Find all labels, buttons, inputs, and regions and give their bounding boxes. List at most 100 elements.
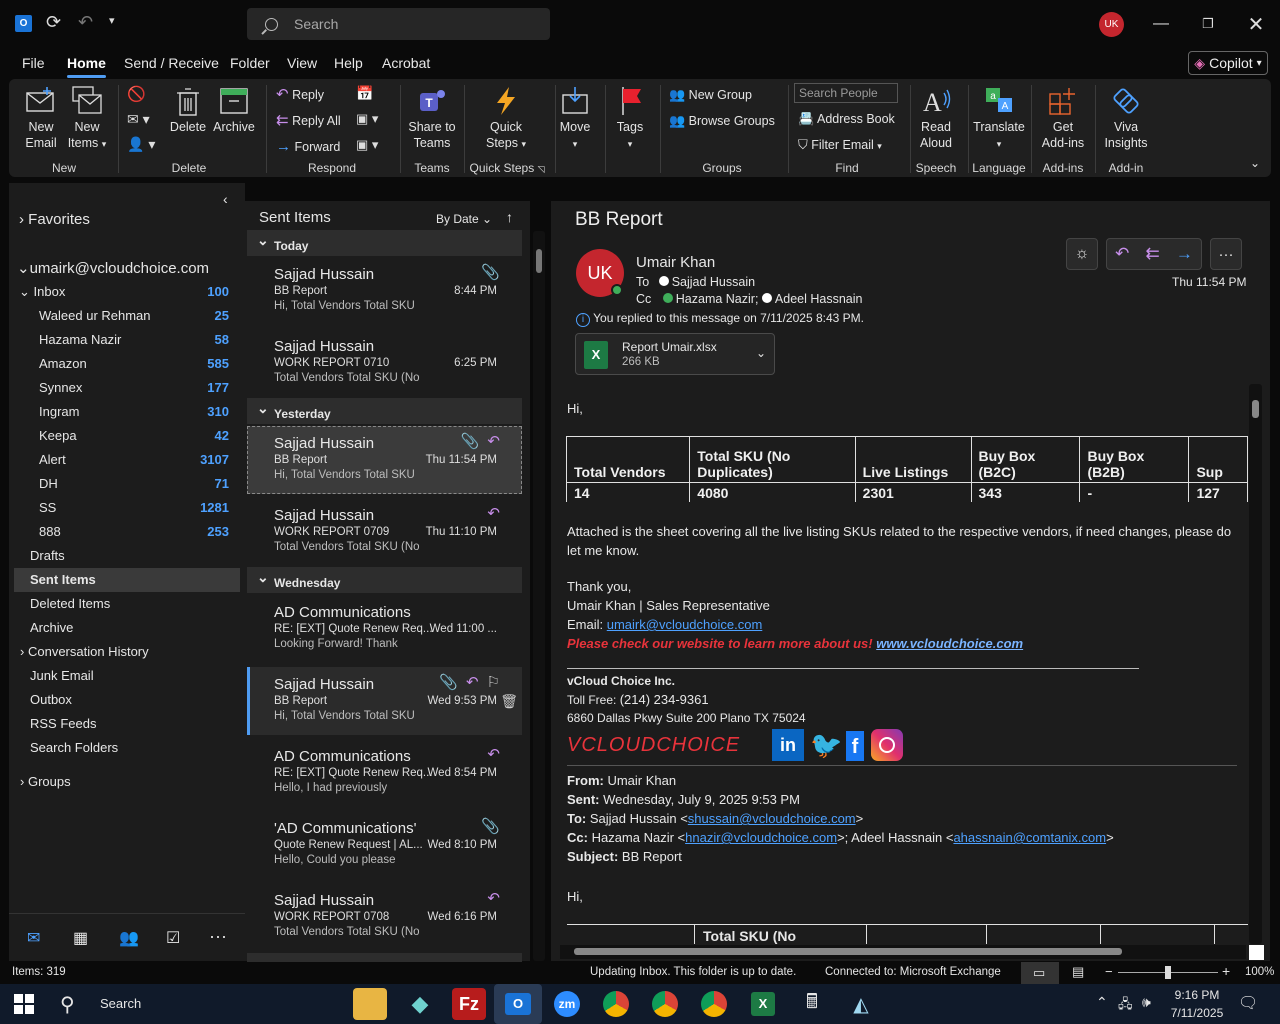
delete-button[interactable]: Delete [169,85,207,135]
ribbon-expand-icon[interactable]: ⌄ [1250,155,1260,171]
tab-acrobat[interactable]: Acrobat [382,55,430,71]
folder-drafts[interactable]: Drafts [30,548,65,563]
list-item[interactable]: AD Communications RE: [EXT] Quote Renew R… [247,739,522,807]
search-input[interactable]: Search [247,8,550,40]
tab-send-receive[interactable]: Send / Receive [124,55,219,71]
new-items-button[interactable]: New Items ▾ [67,85,107,152]
sidebar-item-subfolder[interactable]: DH 71 [39,476,229,496]
folder-deleted-items[interactable]: Deleted Items [30,596,110,611]
email-link[interactable]: umairk@vcloudchoice.com [607,617,763,632]
sidebar-item-subfolder[interactable]: SS 1281 [39,500,229,520]
light-mode-icon[interactable]: ☼ [1066,238,1098,270]
linkedin-icon[interactable]: in [772,729,804,761]
folder-conversation-history[interactable]: › Conversation History [20,644,149,659]
sidebar-item-subfolder[interactable]: Hazama Nazir 58 [39,332,229,352]
forward-icon[interactable]: → [1176,244,1193,264]
list-group-header[interactable]: Wednesday [247,567,522,593]
groups-toggle[interactable]: › Groups [20,774,71,789]
junk-button[interactable]: 👤 ▾ [127,136,155,153]
list-group-header[interactable]: Tuesday [247,953,522,976]
reply-button[interactable]: ↶ Reply [276,87,324,103]
facebook-icon[interactable]: f [846,731,864,761]
reply-all-button[interactable]: ⇇ Reply All [276,113,341,129]
share-to-teams-button[interactable]: T Share to Teams [407,85,457,151]
dialog-launcher-icon[interactable]: ◹ [538,164,545,174]
list-group-header[interactable]: Today [247,230,522,256]
mail-icon[interactable]: ✉ [27,928,40,948]
taskbar-search-label[interactable]: Search [100,996,141,1011]
list-item[interactable]: Sajjad Hussain BB Report Hi, Total Vendors… [247,257,522,325]
filezilla-icon[interactable]: Fz [452,988,486,1020]
list-group-header[interactable]: Yesterday [247,398,522,424]
normal-view-button[interactable]: ▭ [1021,962,1059,984]
cc-recipient-1[interactable]: Hazama Nazir; [676,292,759,306]
sidebar-item-subfolder[interactable]: Waleed ur Rehman 25 [39,308,229,328]
copilot-button[interactable]: ◈ Copilot ▾ [1188,51,1268,75]
sidebar-item-subfolder[interactable]: Keepa 42 [39,428,229,448]
taskbar-search-icon[interactable]: ⚲ [60,992,75,1017]
list-item[interactable]: Sajjad Hussain WORK REPORT 0708 Total Vend… [247,883,522,951]
read-aloud-button[interactable]: A Read Aloud [916,85,956,151]
more-respond-button[interactable]: ▣ ▾ [356,137,378,153]
list-item[interactable]: Sajjad Hussain WORK REPORT 0709 Total Vend… [247,498,522,566]
meeting-reply-button[interactable]: 📅 [356,85,373,102]
fwd-to-email[interactable]: shussain@vcloudchoice.com [688,811,856,826]
clock-time[interactable]: 9:16 PM [1171,988,1223,1002]
cc-recipient-2[interactable]: Adeel Hassnain [775,292,863,306]
filter-email-button[interactable]: ⛉ Filter Email ▾ [798,137,882,154]
website-link[interactable]: www.vcloudchoice.com [876,636,1023,651]
excel-icon[interactable]: X [746,988,780,1020]
list-scrollbar[interactable] [533,231,545,961]
collapse-pane-icon[interactable]: ‹ [223,191,228,207]
get-addins-button[interactable]: Get Add-ins [1039,85,1087,151]
tab-file[interactable]: File [22,55,45,71]
tab-view[interactable]: View [287,55,317,71]
instagram-icon[interactable] [871,729,903,761]
translate-button[interactable]: aA Translate ▾ [973,85,1025,152]
avatar[interactable]: UK [1099,12,1124,37]
tab-home[interactable]: Home [67,55,106,78]
folder-search-folders[interactable]: Search Folders [30,740,118,755]
folder-archive[interactable]: Archive [30,620,73,635]
cleanup-button[interactable]: ✉ ▾ [127,111,150,128]
viva-insights-button[interactable]: Viva Insights [1102,85,1150,151]
sidebar-item-subfolder[interactable]: Alert 3107 [39,452,229,472]
notification-icon[interactable]: 🗨 [1238,993,1258,1013]
attachment-card[interactable]: X Report Umair.xlsx 266 KB ⌄ [575,333,775,375]
scrollbar-thumb[interactable] [574,948,1122,955]
more-actions-icon[interactable]: ··· [1210,238,1242,270]
list-item[interactable]: Sajjad Hussain WORK REPORT 0710 Total Vend… [247,329,522,397]
app-icon[interactable]: ◆ [403,988,437,1020]
fwd-cc-email2[interactable]: ahassnain@comtanix.com [953,830,1106,845]
zoom-in-icon[interactable]: + [1222,963,1230,979]
list-item[interactable]: AD Communications RE: [EXT] Quote Renew R… [247,595,522,663]
clock-date[interactable]: 7/11/2025 [1166,1006,1228,1020]
tasks-icon[interactable]: ☑ [166,928,180,948]
ignore-button[interactable]: 🚫 [127,87,146,103]
favorites-toggle[interactable]: › Favorites [19,211,90,228]
move-button[interactable]: Move ▾ [558,85,592,152]
app-icon[interactable]: ◭ [844,988,878,1020]
scrollbar-thumb[interactable] [1252,400,1259,418]
windows-start-icon[interactable] [14,994,34,1014]
reply-icon[interactable]: ↶ [1115,244,1129,264]
zoom-slider-thumb[interactable] [1165,966,1171,979]
address-book-button[interactable]: 📇 Address Book [798,111,895,127]
list-item[interactable]: Sajjad Hussain BB Report Hi, Total Vendors… [247,426,522,494]
reply-all-icon[interactable]: ⇇ [1145,244,1159,264]
chevron-down-icon[interactable]: ⌄ [756,346,766,360]
tab-help[interactable]: Help [334,55,363,71]
more-apps-icon[interactable]: ··· [209,926,227,947]
horizontal-scrollbar[interactable] [560,945,1246,959]
customize-qat-icon[interactable]: ▾ [109,14,115,27]
sidebar-item-subfolder[interactable]: Amazon 585 [39,356,229,376]
tab-folder[interactable]: Folder [230,55,270,71]
close-icon[interactable]: ✕ [1241,10,1271,38]
calculator-icon[interactable]: 🖩 [795,988,829,1020]
zoom-app-icon[interactable]: zm [550,988,584,1020]
chrome-icon[interactable] [599,988,633,1020]
im-button[interactable]: ▣ ▾ [356,111,378,127]
tray-chevron-up-icon[interactable]: ⌃ [1096,994,1108,1011]
delete-icon[interactable]: 🗑 [500,693,518,710]
sort-dropdown[interactable]: By Date ⌄ [436,212,492,226]
